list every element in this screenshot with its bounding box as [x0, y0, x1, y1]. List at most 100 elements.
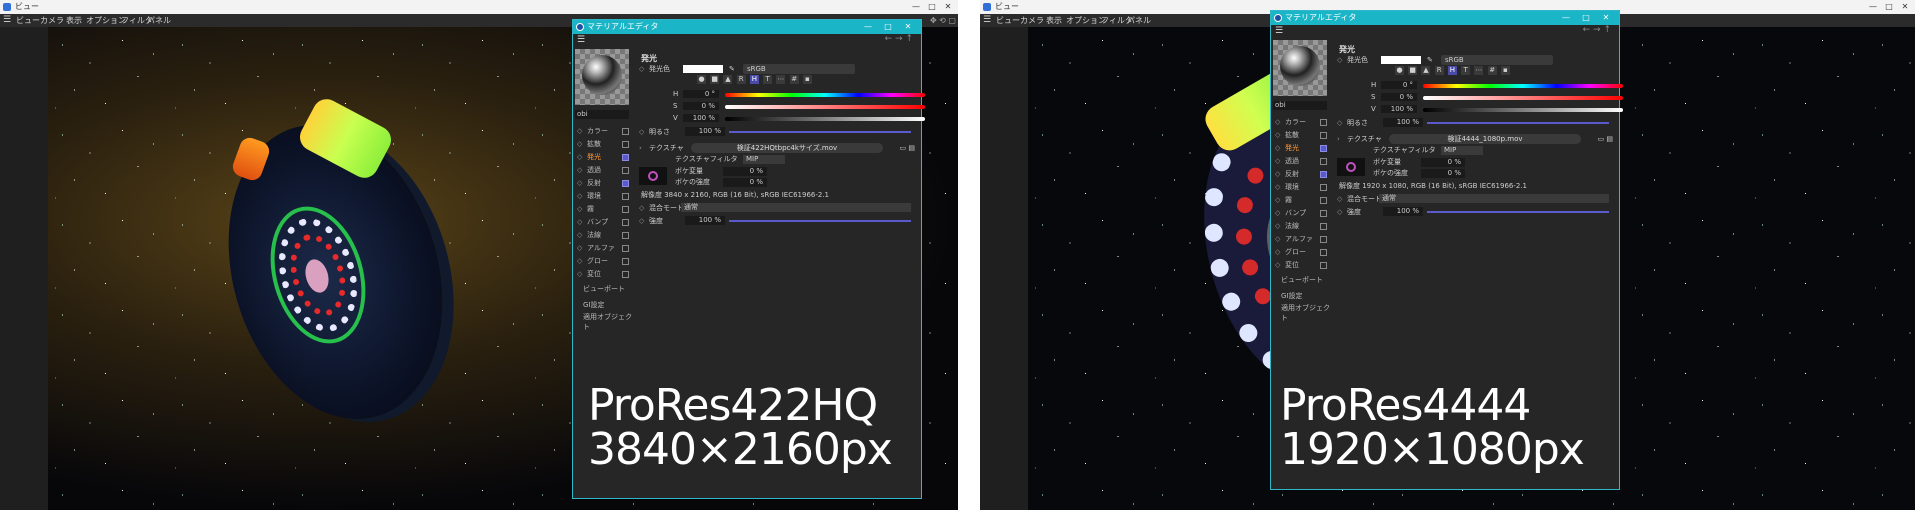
menu-display[interactable]: 表示 [1046, 14, 1062, 27]
tool-rgb-button[interactable]: R [736, 75, 746, 84]
object-name-field[interactable]: obi [575, 110, 629, 119]
channel-reflectance[interactable]: ◇ 反射 [577, 178, 631, 189]
texture-folder-icon[interactable]: ▭ ▤ [1598, 134, 1613, 144]
tool-swatches-button[interactable]: ▪ [802, 75, 812, 84]
blur-offset-field[interactable]: 0 % [723, 167, 767, 176]
texture-thumbnail[interactable] [639, 167, 667, 185]
emission-color-swatch[interactable] [1381, 56, 1421, 64]
menu-panel[interactable]: パネル [1127, 14, 1151, 27]
texture-file-button[interactable]: 検証4444_1080p.mov [1389, 134, 1581, 144]
eyedropper-icon[interactable]: ✎ [1427, 55, 1433, 65]
editor-nav-arrows[interactable]: ← → ↑ [885, 34, 913, 44]
strength-slider[interactable] [1427, 211, 1609, 213]
brightness-field[interactable]: 100 % [685, 127, 725, 136]
minimize-button[interactable]: — [908, 0, 924, 14]
value-slider[interactable] [1423, 108, 1623, 112]
color-space-select[interactable]: sRGB [1441, 55, 1553, 65]
tool-swatches-button[interactable]: ▪ [1500, 66, 1510, 75]
menu-hamburger-icon[interactable]: ☰ [3, 16, 13, 25]
channel-fog[interactable]: ◇ 霧 [1275, 195, 1329, 206]
menu-options[interactable]: オプション [1066, 14, 1106, 27]
menu-view[interactable]: ビュー [996, 14, 1020, 27]
viewport-nav-icons[interactable]: ✥ ⟲ ▢ [930, 14, 956, 27]
tool-kelvin-button[interactable]: T [1461, 66, 1471, 75]
hue-slider[interactable] [1423, 84, 1623, 88]
saturation-field[interactable]: 0 % [683, 102, 719, 110]
color-mode-image-icon[interactable]: ▲ [723, 75, 733, 84]
value-field[interactable]: 100 % [683, 114, 719, 122]
color-mode-wheel-icon[interactable]: ● [1395, 66, 1404, 75]
blur-strength-field[interactable]: 0 % [1421, 169, 1465, 178]
channel-displacement[interactable]: ◇ 変位 [1275, 260, 1329, 271]
color-mode-spectrum-icon[interactable]: ■ [1408, 66, 1418, 75]
menu-panel[interactable]: パネル [147, 14, 171, 27]
saturation-slider[interactable] [725, 105, 925, 109]
color-mode-image-icon[interactable]: ▲ [1421, 66, 1431, 75]
link-gi-settings[interactable]: GI設定 [1281, 291, 1303, 301]
link-viewport[interactable]: ビューポート [1281, 275, 1323, 285]
eyedropper-icon[interactable]: ✎ [729, 64, 735, 74]
link-viewport[interactable]: ビューポート [583, 284, 625, 294]
texture-file-button[interactable]: 検証422HQtbpc4kサイズ.mov [691, 143, 883, 153]
editor-menu-icon[interactable]: ☰ [1275, 26, 1283, 36]
editor-close-button[interactable]: ✕ [1597, 11, 1615, 25]
blur-strength-field[interactable]: 0 % [723, 178, 767, 187]
object-name-field[interactable]: obi [1273, 101, 1327, 110]
texture-filter-select[interactable]: MIP [743, 155, 785, 164]
editor-menu-icon[interactable]: ☰ [577, 35, 585, 45]
brightness-slider[interactable] [729, 131, 911, 133]
tool-rgb-button[interactable]: R [1434, 66, 1444, 75]
tool-hex-button[interactable]: # [789, 75, 799, 84]
material-preview[interactable] [575, 49, 629, 105]
channel-color[interactable]: ◇ カラー [1275, 117, 1329, 128]
channel-color[interactable]: ◇ カラー [577, 126, 631, 137]
texture-thumbnail[interactable] [1337, 158, 1365, 176]
material-preview[interactable] [1273, 40, 1327, 96]
channel-alpha[interactable]: ◇ アルファ [577, 243, 631, 254]
menu-hamburger-icon[interactable]: ☰ [983, 16, 993, 25]
tool-mixer-button[interactable]: ⋯ [776, 75, 786, 84]
close-button[interactable]: ✕ [940, 0, 956, 14]
link-assigned-objects[interactable]: 適用オブジェクト [583, 312, 635, 332]
channel-environment[interactable]: ◇ 環境 [577, 191, 631, 202]
tool-hsv-button[interactable]: H [749, 75, 759, 84]
menu-camera[interactable]: カメラ [40, 14, 64, 27]
texture-filter-select[interactable]: MIP [1441, 146, 1483, 155]
blend-mode-select[interactable]: 通常 [1379, 194, 1609, 203]
strength-field[interactable]: 100 % [1383, 207, 1423, 216]
channel-diffuse[interactable]: ◇ 拡散 [577, 139, 631, 150]
brightness-field[interactable]: 100 % [1383, 118, 1423, 127]
tool-mixer-button[interactable]: ⋯ [1474, 66, 1484, 75]
hue-slider[interactable] [725, 93, 925, 97]
channel-transparency[interactable]: ◇ 透過 [577, 165, 631, 176]
maximize-button[interactable]: □ [1881, 0, 1897, 14]
minimize-button[interactable]: — [1865, 0, 1881, 14]
channel-bump[interactable]: ◇ バンプ [1275, 208, 1329, 219]
close-button[interactable]: ✕ [1897, 0, 1913, 14]
tool-kelvin-button[interactable]: T [763, 75, 773, 84]
blur-offset-field[interactable]: 0 % [1421, 158, 1465, 167]
strength-slider[interactable] [729, 220, 911, 222]
channel-environment[interactable]: ◇ 環境 [1275, 182, 1329, 193]
emission-color-swatch[interactable] [683, 65, 723, 73]
menu-display[interactable]: 表示 [66, 14, 82, 27]
value-slider[interactable] [725, 117, 925, 121]
channel-bump[interactable]: ◇ バンプ [577, 217, 631, 228]
editor-nav-arrows[interactable]: ← → ↑ [1583, 25, 1611, 35]
link-gi-settings[interactable]: GI設定 [583, 300, 605, 310]
channel-luminance[interactable]: ◇ 発光 [577, 152, 631, 163]
channel-transparency[interactable]: ◇ 透過 [1275, 156, 1329, 167]
channel-reflectance[interactable]: ◇ 反射 [1275, 169, 1329, 180]
color-mode-wheel-icon[interactable]: ● [697, 75, 706, 84]
editor-minimize-button[interactable]: — [859, 20, 877, 34]
channel-alpha[interactable]: ◇ アルファ [1275, 234, 1329, 245]
editor-maximize-button[interactable]: □ [1577, 11, 1595, 25]
color-space-select[interactable]: sRGB [743, 64, 855, 74]
link-assigned-objects[interactable]: 適用オブジェクト [1281, 303, 1333, 323]
blend-mode-select[interactable]: 通常 [681, 203, 911, 212]
menu-options[interactable]: オプション [86, 14, 126, 27]
channel-luminance[interactable]: ◇ 発光 [1275, 143, 1329, 154]
brightness-slider[interactable] [1427, 122, 1609, 124]
value-field[interactable]: 100 % [1381, 105, 1417, 113]
strength-field[interactable]: 100 % [685, 216, 725, 225]
